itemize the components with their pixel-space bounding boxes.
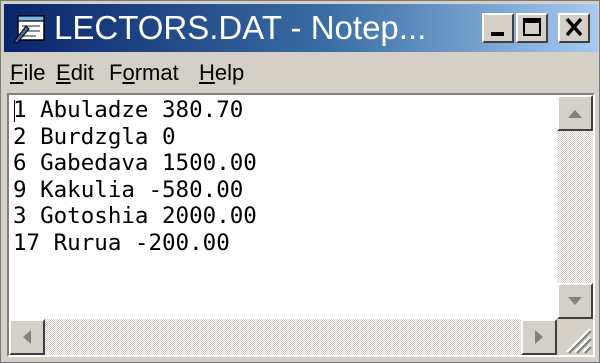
vertical-scrollbar[interactable] bbox=[557, 95, 593, 319]
menu-help[interactable]: Help bbox=[199, 60, 244, 86]
horizontal-scrollbar[interactable] bbox=[9, 319, 557, 355]
text-area[interactable]: 1 Abuladze 380.70 2 Burdzgla 0 6 Gabedav… bbox=[13, 97, 553, 311]
menu-edit[interactable]: Edit bbox=[56, 60, 94, 86]
text-line: 17 Rurua -200.00 bbox=[13, 229, 230, 256]
text-line: 6 Gabedava 1500.00 bbox=[13, 150, 257, 176]
menu-bar: File Edit Format Help bbox=[4, 54, 598, 90]
text-line: 2 Burdzgla 0 bbox=[13, 123, 176, 150]
window-title: LECTORS.DAT - Notep... bbox=[54, 9, 427, 46]
arrow-left-icon bbox=[23, 330, 31, 344]
notepad-window: LECTORS.DAT - Notep... File Edit Format … bbox=[0, 0, 600, 363]
size-grip[interactable] bbox=[557, 319, 593, 355]
menu-format[interactable]: Format bbox=[109, 60, 179, 86]
text-editor[interactable]: 1 Abuladze 380.70 2 Burdzgla 0 6 Gabedav… bbox=[7, 93, 595, 357]
scroll-down-button[interactable] bbox=[557, 283, 593, 319]
text-line: 9 Kakulia -580.00 bbox=[13, 176, 244, 203]
arrow-up-icon bbox=[568, 110, 582, 118]
maximize-button[interactable] bbox=[516, 13, 548, 43]
close-icon bbox=[565, 17, 583, 37]
minimize-icon bbox=[491, 32, 504, 36]
maximize-icon bbox=[523, 18, 541, 36]
text-line: 1 Abuladze 380.70 bbox=[13, 97, 244, 123]
text-caret bbox=[14, 100, 15, 122]
title-bar[interactable]: LECTORS.DAT - Notep... bbox=[4, 4, 598, 52]
resize-grip-icon bbox=[566, 328, 592, 354]
arrow-down-icon bbox=[568, 297, 582, 305]
scroll-up-button[interactable] bbox=[557, 95, 593, 131]
text-line: 3 Gotoshia 2000.00 bbox=[13, 203, 257, 229]
scroll-left-button[interactable] bbox=[9, 319, 45, 355]
scroll-right-button[interactable] bbox=[521, 319, 557, 355]
notepad-icon bbox=[13, 15, 45, 44]
menu-file[interactable]: File bbox=[10, 60, 45, 86]
minimize-button[interactable] bbox=[482, 13, 514, 43]
arrow-right-icon bbox=[535, 330, 543, 344]
close-button[interactable] bbox=[558, 13, 590, 43]
